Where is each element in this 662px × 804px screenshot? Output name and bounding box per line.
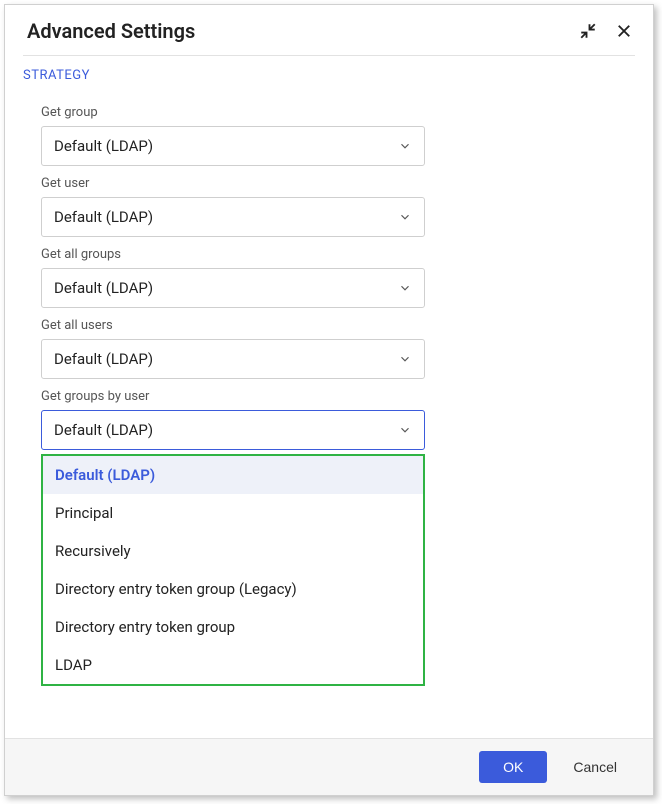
select-value: Default (LDAP) bbox=[54, 350, 153, 368]
field-label: Get groups by user bbox=[41, 389, 635, 404]
field-label: Get all groups bbox=[41, 247, 635, 262]
chevron-down-icon bbox=[398, 423, 412, 437]
field-get-group: Get group Default (LDAP) bbox=[41, 105, 635, 166]
close-icon[interactable] bbox=[615, 22, 633, 40]
field-label: Get user bbox=[41, 176, 635, 191]
section-title: STRATEGY bbox=[5, 56, 653, 89]
field-get-all-users: Get all users Default (LDAP) bbox=[41, 318, 635, 379]
chevron-down-icon bbox=[398, 352, 412, 366]
field-label: Get group bbox=[41, 105, 635, 120]
field-label: Get all users bbox=[41, 318, 635, 333]
dialog-title: Advanced Settings bbox=[27, 19, 195, 43]
select-value: Default (LDAP) bbox=[54, 421, 153, 439]
advanced-settings-dialog: Advanced Settings STRATEGY Get group bbox=[4, 4, 654, 796]
dropdown-option[interactable]: Directory entry token group bbox=[43, 608, 423, 646]
dropdown-option[interactable]: Principal bbox=[43, 494, 423, 532]
field-get-groups-by-user: Get groups by user Default (LDAP) Defaul… bbox=[41, 389, 635, 450]
dialog-footer: OK Cancel bbox=[5, 738, 653, 795]
select-get-user[interactable]: Default (LDAP) bbox=[41, 197, 425, 237]
chevron-down-icon bbox=[398, 139, 412, 153]
field-get-user: Get user Default (LDAP) bbox=[41, 176, 635, 237]
dropdown-option[interactable]: Recursively bbox=[43, 532, 423, 570]
chevron-down-icon bbox=[398, 281, 412, 295]
select-get-groups-by-user[interactable]: Default (LDAP) bbox=[41, 410, 425, 450]
dropdown-option[interactable]: LDAP bbox=[43, 646, 423, 684]
select-value: Default (LDAP) bbox=[54, 279, 153, 297]
select-get-group[interactable]: Default (LDAP) bbox=[41, 126, 425, 166]
cancel-button[interactable]: Cancel bbox=[557, 751, 633, 783]
select-value: Default (LDAP) bbox=[54, 137, 153, 155]
dropdown-option[interactable]: Directory entry token group (Legacy) bbox=[43, 570, 423, 608]
minimize-icon[interactable] bbox=[579, 22, 597, 40]
select-value: Default (LDAP) bbox=[54, 208, 153, 226]
chevron-down-icon bbox=[398, 210, 412, 224]
field-get-all-groups: Get all groups Default (LDAP) bbox=[41, 247, 635, 308]
dialog-header: Advanced Settings bbox=[5, 5, 653, 55]
select-get-all-groups[interactable]: Default (LDAP) bbox=[41, 268, 425, 308]
dropdown-option[interactable]: Default (LDAP) bbox=[43, 456, 423, 494]
header-icons bbox=[579, 22, 633, 40]
select-get-all-users[interactable]: Default (LDAP) bbox=[41, 339, 425, 379]
ok-button[interactable]: OK bbox=[479, 751, 547, 783]
dropdown-list: Default (LDAP) Principal Recursively Dir… bbox=[41, 454, 425, 686]
dialog-content: Get group Default (LDAP) Get user Defaul… bbox=[5, 89, 653, 738]
